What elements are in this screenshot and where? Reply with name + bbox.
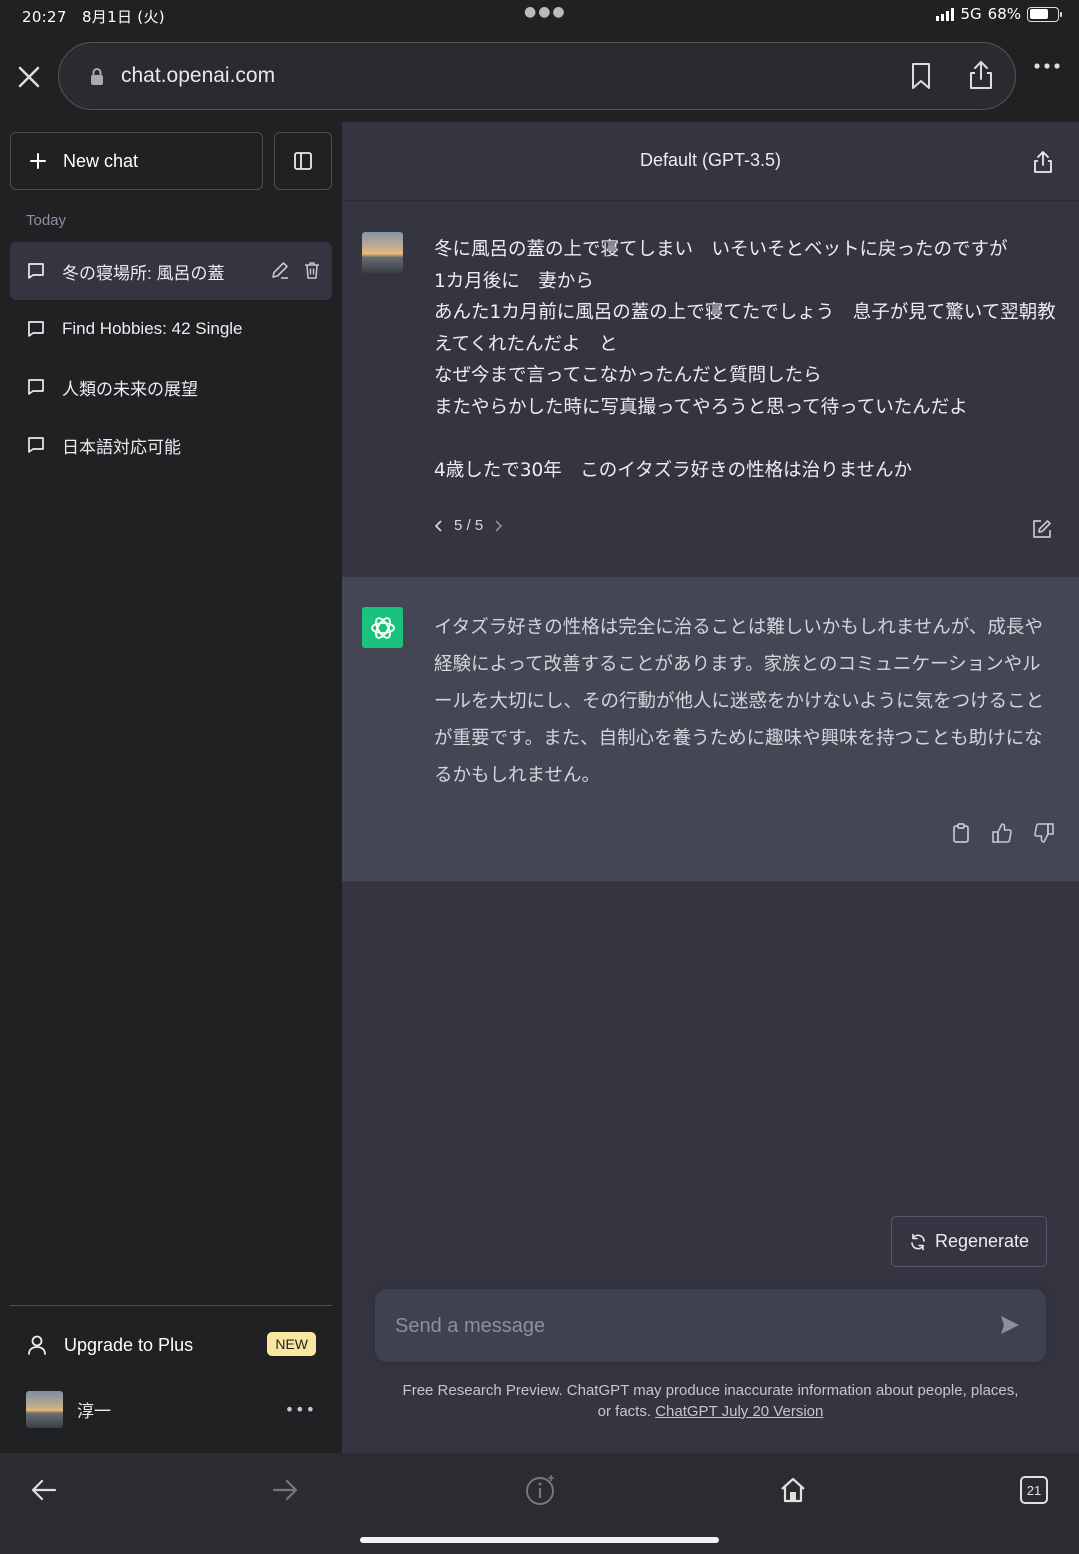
chat-history-label: 冬の寝場所: 風呂の蓋 (62, 263, 225, 283)
trash-icon[interactable] (302, 260, 322, 280)
signal-icon (936, 7, 955, 21)
assistant-message: イタズラ好きの性格は完全に治ることは難しいかもしれませんが、成長や経験によって改… (342, 577, 1079, 882)
thumbs-up-icon[interactable] (991, 822, 1013, 844)
upgrade-label: Upgrade to Plus (64, 1334, 194, 1355)
close-icon[interactable] (14, 62, 44, 92)
chat-item-actions (270, 260, 322, 280)
send-icon[interactable] (998, 1313, 1022, 1337)
user-account-row[interactable]: 淳一 ••• (26, 1390, 316, 1428)
model-title: Default (GPT-3.5) (639, 150, 782, 170)
pager-label: 5 / 5 (454, 517, 484, 534)
chat-history-item[interactable]: 冬の寝場所: 風呂の蓋 (10, 242, 332, 300)
battery-icon (1027, 6, 1062, 22)
url-text[interactable]: chat.openai.com (121, 64, 275, 88)
browser-toolbar: chat.openai.com (0, 32, 1079, 122)
chevron-left-icon[interactable] (434, 519, 444, 532)
chevron-right-icon[interactable] (493, 519, 503, 532)
openai-logo-icon (362, 607, 403, 648)
sidebar: New chat Today 冬の寝場所: 風呂の蓋 Find Hobbies:… (0, 122, 342, 1453)
upgrade-to-plus-button[interactable]: Upgrade to Plus NEW (26, 1330, 316, 1360)
avatar (362, 232, 403, 273)
model-header: Default (GPT-3.5) (342, 122, 1079, 201)
sidebar-divider (10, 1305, 332, 1306)
home-icon[interactable] (778, 1475, 808, 1505)
chat-history-label: 日本語対応可能 (62, 437, 181, 457)
clipboard-icon[interactable] (951, 822, 971, 844)
message-actions (951, 822, 1055, 844)
new-chat-label: New chat (63, 150, 139, 171)
address-bar[interactable]: chat.openai.com (58, 42, 1016, 110)
chat-bubble-icon (28, 379, 44, 395)
assistant-message-text: イタズラ好きの性格は完全に治ることは難しいかもしれませんが、成長や経験によって改… (434, 617, 1045, 786)
regenerate-label: Regenerate (934, 1231, 1030, 1251)
browser-bottom-toolbar: 21 (0, 1453, 1079, 1554)
chat-history-item[interactable]: 人類の未来の展望 (10, 358, 332, 416)
network-label: 5G (960, 5, 982, 23)
new-badge: NEW (267, 1332, 316, 1356)
refresh-icon (911, 1233, 925, 1250)
regenerate-button[interactable]: Regenerate (891, 1216, 1047, 1267)
user-menu-dots-icon[interactable]: ••• (285, 1400, 316, 1419)
tab-count-button[interactable]: 21 (1020, 1476, 1048, 1504)
battery-percent: 68% (987, 5, 1021, 23)
message-input[interactable] (395, 1311, 955, 1341)
chat-bubble-icon (28, 437, 44, 453)
plus-icon (30, 153, 46, 169)
more-options-icon[interactable] (1033, 62, 1061, 70)
new-chat-button[interactable]: New chat (10, 132, 263, 190)
message-composer (375, 1289, 1046, 1362)
chat-bubble-icon (28, 321, 44, 337)
lock-icon (91, 68, 103, 85)
chat-history-label: 人類の未来の展望 (62, 379, 198, 399)
clock-time: 20:27 (22, 8, 67, 26)
user-icon (28, 1335, 46, 1355)
toggle-sidebar-button[interactable] (274, 132, 332, 190)
sidebar-toggle-icon (294, 152, 312, 170)
thumbs-down-icon[interactable] (1033, 822, 1055, 844)
chat-history-item[interactable]: 日本語対応可能 (10, 416, 332, 474)
chat-main: Default (GPT-3.5) 冬に風呂の蓋の上で寝てしまい いそいそとベッ… (342, 122, 1079, 1453)
avatar (26, 1390, 63, 1428)
home-indicator[interactable] (360, 1537, 719, 1543)
share-icon[interactable] (1033, 150, 1053, 174)
status-time: 20:27 8月1日 (火) (22, 6, 165, 27)
edit-pencil-icon[interactable] (270, 260, 290, 280)
message-pager: 5 / 5 (434, 517, 503, 534)
user-message: 冬に風呂の蓋の上で寝てしまい いそいそとベットに戻ったのですが 1カ月後に 妻か… (342, 202, 1079, 577)
edit-message-icon[interactable] (1031, 518, 1053, 540)
bookmark-icon[interactable] (909, 61, 933, 91)
share-icon[interactable] (966, 59, 996, 91)
status-bar: 20:27 8月1日 (火) ●●● 5G 68% (0, 0, 1079, 32)
chat-history-item[interactable]: Find Hobbies: 42 Single (10, 300, 332, 358)
version-link[interactable]: ChatGPT July 20 Version (655, 1403, 823, 1420)
section-label-today: Today (26, 212, 67, 229)
user-message-text: 冬に風呂の蓋の上で寝てしまい いそいそとベットに戻ったのですが 1カ月後に 妻か… (434, 239, 1056, 481)
back-arrow-icon[interactable] (30, 1477, 58, 1503)
forward-arrow-icon[interactable] (271, 1477, 299, 1503)
status-indicators: 5G 68% (936, 5, 1062, 23)
page-info-icon[interactable] (524, 1473, 558, 1507)
chat-bubble-icon (28, 263, 44, 279)
chat-history-label: Find Hobbies: 42 Single (62, 319, 243, 338)
multitask-dots-icon[interactable]: ●●● (524, 4, 567, 20)
clock-date: 8月1日 (火) (81, 8, 165, 26)
disclaimer: Free Research Preview. ChatGPT may produ… (402, 1380, 1019, 1422)
user-name: 淳一 (77, 1401, 111, 1422)
